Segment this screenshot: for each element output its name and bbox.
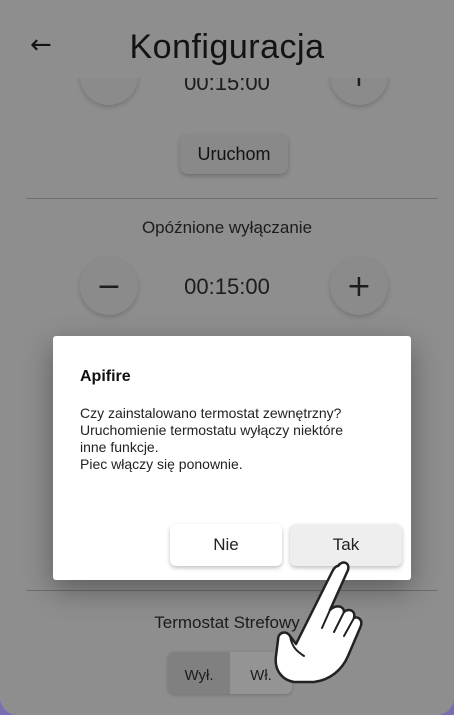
dialog-line: inne funkcje. [80,439,159,455]
dialog-title: Apifire [80,368,131,385]
dialog-line: Uruchomienie termostatu wyłączy niektóre [80,422,343,438]
dialog-message: Czy zainstalowano termostat zewnętrzny? … [80,405,400,473]
dialog-line: Czy zainstalowano termostat zewnętrzny? [80,405,342,421]
app-screen: − 00:15:00 + Uruchom Opóźnione wyłączani… [0,0,454,715]
confirm-dialog: Apifire Czy zainstalowano termostat zewn… [53,336,411,580]
dialog-line: Piec włączy się ponownie. [80,456,243,472]
pointing-hand-icon [274,561,363,684]
